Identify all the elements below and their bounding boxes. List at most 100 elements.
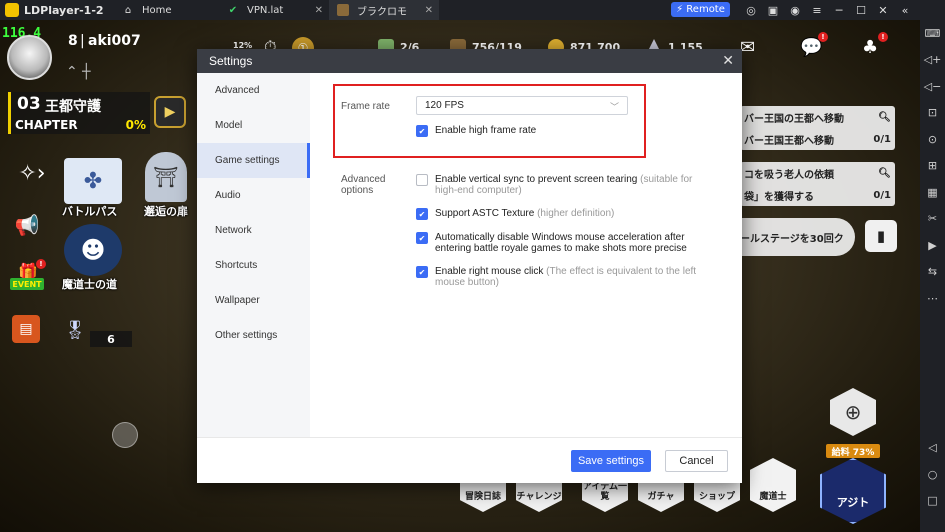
world-map-icon[interactable]: ⊕ [830,388,876,436]
volume-up-icon[interactable]: ◁+ [920,47,945,74]
astc-text: Support ASTC Texture (higher definition) [435,208,614,219]
nav-item-shortcuts[interactable]: Shortcuts [197,248,310,283]
right-click-option[interactable]: ✔ Enable right mouse click (The effect i… [416,266,716,288]
search-icon[interactable]: 🔍︎ [878,168,891,179]
mail-icon[interactable]: ✉ [740,37,755,58]
player-avatar[interactable] [7,35,52,80]
close-tab-icon[interactable]: ✕ [315,5,323,16]
more-icon[interactable]: ⋯ [920,285,945,312]
high-frame-rate-checkbox[interactable]: ✔ [416,125,428,137]
bottom-menu-label: チャレンジ [516,492,562,502]
bottom-menu-label: アイテム一覧 [582,482,628,502]
quest-panel-2[interactable]: コを吸う老人の依頼 🔍︎ 袋」を獲得する 0/1 [740,162,895,206]
nav-item-game-settings[interactable]: Game settings [197,143,310,178]
event-badge[interactable]: EVENT [10,278,44,290]
quest-panel-1[interactable]: バー王国の王都へ移動 🔍︎ バー王国王都へ移動 0/1 [740,106,895,150]
separator: | [80,33,85,49]
megaphone-icon[interactable]: 📢 [12,210,42,240]
account-icon[interactable]: ◉ [784,4,806,17]
close-icon[interactable]: ✕ [872,4,894,17]
bottom-menu-label: ガチャ [647,492,675,502]
tab-game[interactable]: ブラクロモ ✕ [329,0,439,20]
vsync-checkbox[interactable] [416,174,428,186]
operation-icon[interactable]: ⇆ [920,259,945,286]
scissors-icon[interactable]: ✂ [920,206,945,233]
volume-down-icon[interactable]: ◁− [920,73,945,100]
close-icon[interactable]: ✕ [722,53,734,67]
agito-label: アジト [836,496,870,509]
collapse-sidebar-icon[interactable]: « [894,4,916,17]
battle-pass-icon[interactable]: ✤ [64,158,122,204]
tab-home[interactable]: ⌂ Home [114,0,219,20]
rank-icon: ⌃ ┼ [66,64,91,80]
mouse-accel-option[interactable]: ✔ Automatically disable Windows mouse ac… [416,232,716,254]
home-nav-icon[interactable]: ○ [920,461,945,488]
mage-button[interactable]: 魔道士 [750,458,796,512]
medal-icon[interactable]: 🎖 [64,312,87,348]
nav-item-audio[interactable]: Audio [197,178,310,213]
nav-item-other-settings[interactable]: Other settings [197,318,310,353]
multi-window-icon[interactable]: ▣ [762,4,784,17]
save-settings-button[interactable]: Save settings [571,450,651,472]
stage-title: 王都守護 [45,99,101,115]
astc-hint: (higher definition) [537,208,615,219]
cancel-button[interactable]: Cancel [665,450,728,472]
agito-button[interactable]: アジト [820,458,886,524]
keyboard-icon[interactable]: ⌨ [920,20,945,47]
high-frame-rate-label: Enable high frame rate [435,125,537,136]
settings-header: Settings ✕ [197,49,742,73]
stage-number: 03 [17,94,41,114]
frame-rate-value: 120 FPS [425,100,464,111]
settings-body: Frame rate 120 FPS ﹀ ✔ Enable high frame… [310,73,742,437]
right-click-text: Enable right mouse click (The effect is … [435,266,716,288]
video-camera-button[interactable]: ▶ [154,96,186,128]
virtual-joystick[interactable] [112,422,138,448]
vsync-text: Enable vertical sync to prevent screen t… [435,174,716,196]
settings-title: Settings [209,54,253,68]
install-apk-icon[interactable]: ⊞ [920,153,945,180]
minimize-icon[interactable]: ─ [828,4,850,17]
nav-item-wallpaper[interactable]: Wallpaper [197,283,310,318]
vsync-option[interactable]: Enable vertical sync to prevent screen t… [416,174,716,196]
recent-apps-icon[interactable]: □ [920,488,945,515]
chapter-label: CHAPTER [15,118,78,132]
menu-icon[interactable]: ≡ [806,4,828,17]
astc-checkbox[interactable]: ✔ [416,208,428,220]
bottom-menu-label: 冒険日誌 [464,492,501,502]
mage-path-icon[interactable]: ☻ [64,224,122,276]
quest-subtitle: バー王国王都へ移動 [744,135,834,147]
remote-button[interactable]: ⚡ Remote [671,2,730,17]
nav-item-advanced[interactable]: Advanced [197,73,310,108]
emulator-titlebar: LDPlayer-1-2 ⌂ Home ✔ VPN.lat ✕ ブラクロモ ✕ … [0,0,945,20]
book-icon[interactable]: ▮ [865,220,897,252]
tab-vpn[interactable]: ✔ VPN.lat ✕ [219,0,329,20]
maximize-icon[interactable]: ☐ [850,4,872,17]
stage-challenge-banner[interactable]: ールステージを30回ク [738,218,855,256]
frame-rate-select[interactable]: 120 FPS ﹀ [416,96,628,115]
close-tab-icon[interactable]: ✕ [425,5,433,16]
stage-panel[interactable]: 03 王都守護 CHAPTER 0% [8,92,150,134]
astc-option[interactable]: ✔ Support ASTC Texture (higher definitio… [416,208,716,220]
record-icon[interactable]: ▶ [920,232,945,259]
high-frame-rate-option[interactable]: ✔ Enable high frame rate [416,125,536,137]
screenshot-icon[interactable]: ⊡ [920,100,945,127]
mouse-accel-label: Automatically disable Windows mouse acce… [435,232,687,254]
gamepad-icon[interactable]: ◎ [740,4,762,17]
chevron-down-icon: ﹀ [609,102,619,112]
notification-dot: ! [878,32,888,42]
nav-item-model[interactable]: Model [197,108,310,143]
club-menu-icon[interactable]: ♣ [862,37,878,58]
right-click-checkbox[interactable]: ✔ [416,266,428,278]
quest-subtitle: 袋」を獲得する [744,191,814,203]
apk-icon[interactable]: ▦ [920,179,945,206]
encounter-door-icon[interactable]: ⛩ [145,152,187,202]
sync-icon[interactable]: ⊙ [920,126,945,153]
search-icon[interactable]: 🔍︎ [878,112,891,123]
mouse-accel-checkbox[interactable]: ✔ [416,232,428,244]
shuriken-icon[interactable]: ✧› [12,158,52,188]
quest-progress: 0/1 [873,189,891,201]
quest-title: バー王国の王都へ移動 [744,113,844,125]
nav-item-network[interactable]: Network [197,213,310,248]
inbox-icon[interactable]: ▤ [12,315,40,343]
back-icon[interactable]: ◁ [920,435,945,462]
